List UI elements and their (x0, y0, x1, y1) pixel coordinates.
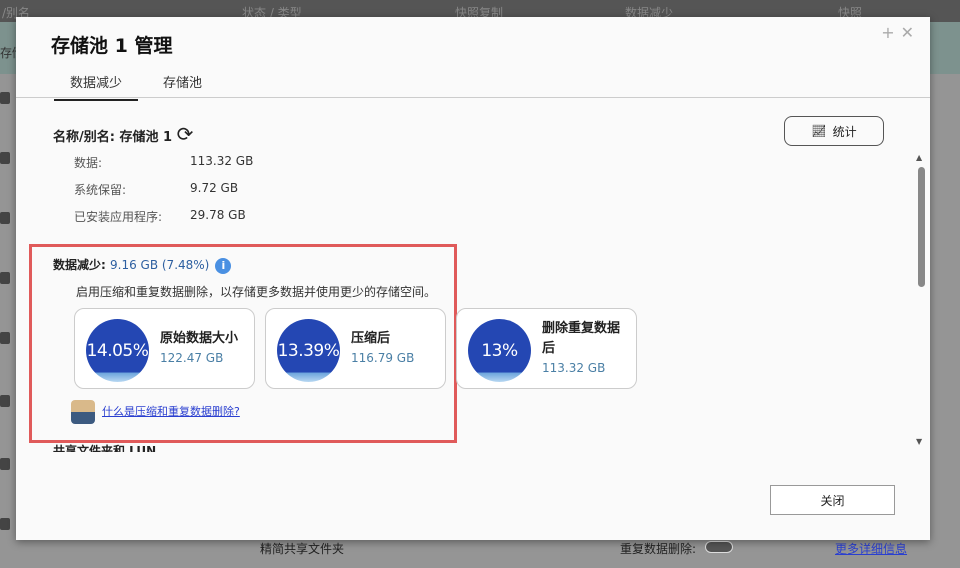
scrollbar[interactable]: ▲ ▼ (916, 153, 926, 447)
disk-icon (0, 92, 10, 104)
storage-pool-dialog: 存储池 1 管理 +✕ 数据减少 存储池 名称/别名: 存储池 1 ⟳ 📈︎ 统计… (16, 17, 930, 540)
detail-label: 数据: (74, 156, 103, 170)
card-name: 删除重复数据后 (542, 321, 621, 356)
tab-storage-pool[interactable]: 存储池 (163, 72, 202, 99)
scrollbar-thumb[interactable] (918, 167, 925, 287)
pool-name-label: 名称/别名: 存储池 1 (53, 130, 173, 145)
pie-chart: 13.39% (277, 319, 340, 382)
info-icon[interactable]: i (215, 258, 232, 274)
disk-icon (0, 152, 10, 164)
tab-bar: 数据减少 存储池 (16, 69, 930, 101)
disk-icon (0, 518, 10, 530)
reduction-card-deduplicated: 13% 删除重复数据后 113.32 GB (456, 308, 637, 389)
card-size: 122.47 GB (160, 351, 224, 365)
detail-value: 9.72 GB (190, 181, 239, 195)
dedup-label: 重复数据删除: (620, 542, 697, 556)
pool-name: 名称/别名: 存储池 1 ⟳ (53, 122, 193, 146)
shared-folders-heading: 共享文件夹和 LUN (53, 444, 157, 452)
close-icon[interactable]: ✕ (901, 23, 920, 42)
data-reduction-summary: 数据减少: 9.16 GB (7.48%) i (53, 256, 232, 274)
dialog-title: 存储池 1 管理 (51, 35, 173, 57)
disk-icon (0, 272, 10, 284)
reduction-description: 启用压缩和重复数据删除，以存储更多数据并使用更少的存储空间。 (76, 285, 437, 299)
help-link[interactable]: 什么是压缩和重复数据删除? (102, 403, 240, 419)
shared-folder-label: 精简共享文件夹 (260, 542, 345, 556)
card-name: 压缩后 (351, 331, 391, 346)
tab-data-reduction[interactable]: 数据减少 (54, 72, 139, 101)
disk-icon (0, 212, 10, 224)
detail-value: 29.78 GB (190, 208, 246, 222)
dedup-toggle[interactable] (705, 541, 733, 553)
disk-icon (0, 332, 10, 344)
pie-chart: 14.05% (86, 319, 149, 382)
maximize-icon[interactable]: + (881, 23, 900, 42)
more-info-link[interactable]: 更多详细信息 (835, 540, 907, 557)
detail-value: 113.32 GB (190, 154, 254, 168)
stats-button[interactable]: 📈︎ 统计 (784, 116, 884, 146)
stats-label: 统计 (832, 124, 857, 139)
disk-icon (0, 458, 10, 470)
reduction-card-original: 14.05% 原始数据大小 122.47 GB (74, 308, 255, 389)
pie-chart: 13% (468, 319, 531, 382)
close-button[interactable]: 关闭 (770, 485, 895, 515)
detail-label: 系统保留: (74, 183, 127, 197)
disk-icon (0, 395, 10, 407)
refresh-icon[interactable]: ⟳ (177, 122, 194, 146)
card-name: 原始数据大小 (160, 331, 239, 346)
detail-label: 已安装应用程序: (74, 210, 163, 224)
reduction-label: 数据减少: (53, 258, 106, 272)
chart-icon: 📈︎ (811, 124, 827, 138)
reduction-card-compressed: 13.39% 压缩后 116.79 GB (265, 308, 446, 389)
card-size: 113.32 GB (542, 361, 606, 375)
card-size: 116.79 GB (351, 351, 415, 365)
reduction-value: 9.16 GB (7.48%) (110, 258, 210, 272)
mascot-icon (71, 400, 95, 424)
